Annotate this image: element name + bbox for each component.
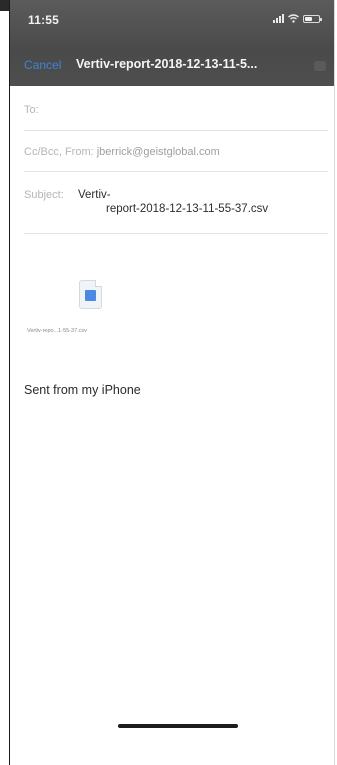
- cc-label: Cc/Bcc, From:: [24, 146, 94, 158]
- subject-value[interactable]: Vertiv- report-2018-12-13-11-55-37.csv: [78, 188, 323, 216]
- home-indicator[interactable]: [118, 724, 238, 728]
- phone-screen: 11:55 Cancel Vertiv-report-2018-12-13-11…: [9, 0, 335, 765]
- wifi-icon: [288, 14, 299, 23]
- attachment-filename: Vertiv-repo...1-55-37.csv: [27, 328, 87, 334]
- cc-bcc-from-row: Cc/Bcc, From: jberrick@geistglobal.com: [24, 146, 220, 158]
- cc-bcc-from-field[interactable]: Cc/Bcc, From: jberrick@geistglobal.com: [24, 131, 328, 172]
- from-value: jberrick@geistglobal.com: [96, 146, 220, 158]
- spreadsheet-grid: [85, 290, 96, 301]
- page-fold: [95, 280, 102, 287]
- nav-bar: Cancel Vertiv-report-2018-12-13-11-5...: [10, 52, 334, 78]
- status-icons: [273, 14, 322, 23]
- signal-icon: [273, 14, 284, 23]
- signature-text: Sent from my iPhone: [24, 383, 141, 397]
- subject-line-2: report-2018-12-13-11-55-37.csv: [106, 203, 269, 215]
- send-icon[interactable]: [314, 61, 326, 71]
- status-bar: 11:55: [10, 0, 334, 40]
- subject-label: Subject:: [24, 189, 64, 201]
- subject-line-1: Vertiv-: [78, 189, 111, 201]
- left-edge-marker: [0, 0, 9, 11]
- subject-field[interactable]: Subject: Vertiv- report-2018-12-13-11-55…: [24, 172, 328, 234]
- compose-header: 11:55 Cancel Vertiv-report-2018-12-13-11…: [10, 0, 334, 86]
- battery-icon: [303, 15, 322, 23]
- cancel-button[interactable]: Cancel: [24, 58, 61, 72]
- spreadsheet-file-icon: [79, 280, 102, 309]
- to-field[interactable]: To:: [24, 87, 328, 131]
- message-body[interactable]: Sent from my iPhone: [24, 383, 141, 397]
- to-label: To:: [24, 104, 39, 116]
- status-time: 11:55: [28, 13, 60, 27]
- compose-title: Vertiv-report-2018-12-13-11-5...: [76, 57, 258, 71]
